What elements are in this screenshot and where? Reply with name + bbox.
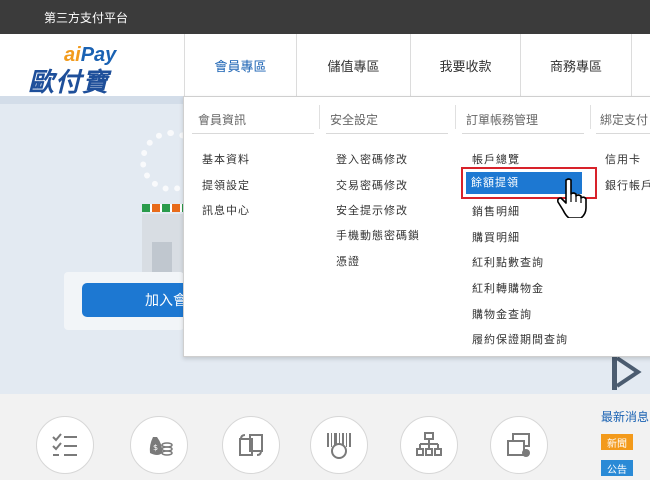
checklist-shortcut[interactable]	[36, 416, 94, 474]
window-stack-icon	[507, 433, 530, 457]
menu-purchase-details[interactable]: 購買明細	[472, 229, 520, 245]
menu-basic-info[interactable]: 基本資料	[202, 151, 250, 167]
menu-mobile-otp-lock[interactable]: 手機動態密碼鎖	[336, 227, 420, 243]
menu-bonus-to-shopping-credit[interactable]: 紅利轉購物金	[472, 280, 544, 296]
member-area-dropdown: 會員資訊 基本資料 提領設定 訊息中心 安全設定 登入密碼修改 交易密碼修改 安…	[183, 96, 650, 357]
menu-bank-account[interactable]: 銀行帳戶	[605, 177, 650, 193]
barcode-24h-shortcut[interactable]	[310, 416, 368, 474]
nav-member-area[interactable]: 會員專區	[184, 34, 296, 96]
col-header-security: 安全設定	[330, 113, 379, 127]
svg-text:$: $	[153, 443, 158, 452]
menu-login-password[interactable]: 登入密碼修改	[336, 151, 408, 167]
sitemap-icon	[416, 432, 442, 456]
col-header-bound-payment: 綁定支付	[600, 113, 649, 127]
top-bar: 第三方支付平台	[0, 0, 650, 34]
next-arrow-icon[interactable]	[612, 354, 642, 390]
col-header-member-info: 會員資訊	[198, 113, 247, 127]
hand-pointer-cursor-icon	[557, 178, 587, 218]
header: aiPay 歐付寶 會員專區 儲值專區 我要收款 商務專區	[0, 34, 650, 98]
main-nav: 會員專區 儲值專區 我要收款 商務專區	[184, 34, 650, 96]
menu-bonus-points[interactable]: 紅利點數查詢	[472, 254, 544, 270]
nav-business-area[interactable]: 商務專區	[520, 34, 631, 96]
logo-chinese-name: 歐付寶	[28, 68, 110, 98]
menu-security-hint[interactable]: 安全提示修改	[336, 202, 408, 218]
money-bag-icon: $	[149, 437, 173, 456]
money-shortcut[interactable]: $	[130, 416, 188, 474]
menu-shopping-credit-query[interactable]: 購物金查詢	[472, 306, 532, 322]
menu-certificate[interactable]: 憑證	[336, 253, 360, 269]
service-shortcuts: $ 最新消息 新聞 公告	[0, 394, 650, 480]
notice-badge[interactable]: 公告	[601, 460, 633, 476]
menu-escrow-period-query[interactable]: 履約保證期間查詢	[472, 331, 568, 347]
windows-shortcut[interactable]	[490, 416, 548, 474]
news-badge[interactable]: 新聞	[601, 434, 633, 450]
sitemap-shortcut[interactable]	[400, 416, 458, 474]
join-member-button[interactable]: 加入會	[82, 283, 192, 317]
nav-receive-payment[interactable]: 我要收款	[410, 34, 520, 96]
menu-message-center[interactable]: 訊息中心	[202, 202, 250, 218]
menu-transaction-password[interactable]: 交易密碼修改	[336, 177, 408, 193]
menu-account-overview[interactable]: 帳戶總覽	[472, 151, 520, 167]
nav-more[interactable]	[631, 34, 650, 96]
latest-news-title[interactable]: 最新消息	[601, 408, 649, 425]
menu-credit-card[interactable]: 信用卡	[605, 151, 641, 167]
col-header-order-accounting: 訂單帳務管理	[466, 113, 539, 127]
barcode-24h-icon	[327, 433, 351, 459]
menu-withdraw-settings[interactable]: 提領設定	[202, 177, 250, 193]
checklist-icon	[52, 433, 77, 456]
nav-top-up[interactable]: 儲值專區	[296, 34, 410, 96]
transfer-shortcut[interactable]	[222, 416, 280, 474]
platform-title: 第三方支付平台	[44, 11, 129, 25]
allpay-logo[interactable]: aiPay 歐付寶	[28, 42, 138, 98]
document-exchange-icon	[239, 434, 263, 456]
menu-sales-details[interactable]: 銷售明細	[472, 203, 520, 219]
